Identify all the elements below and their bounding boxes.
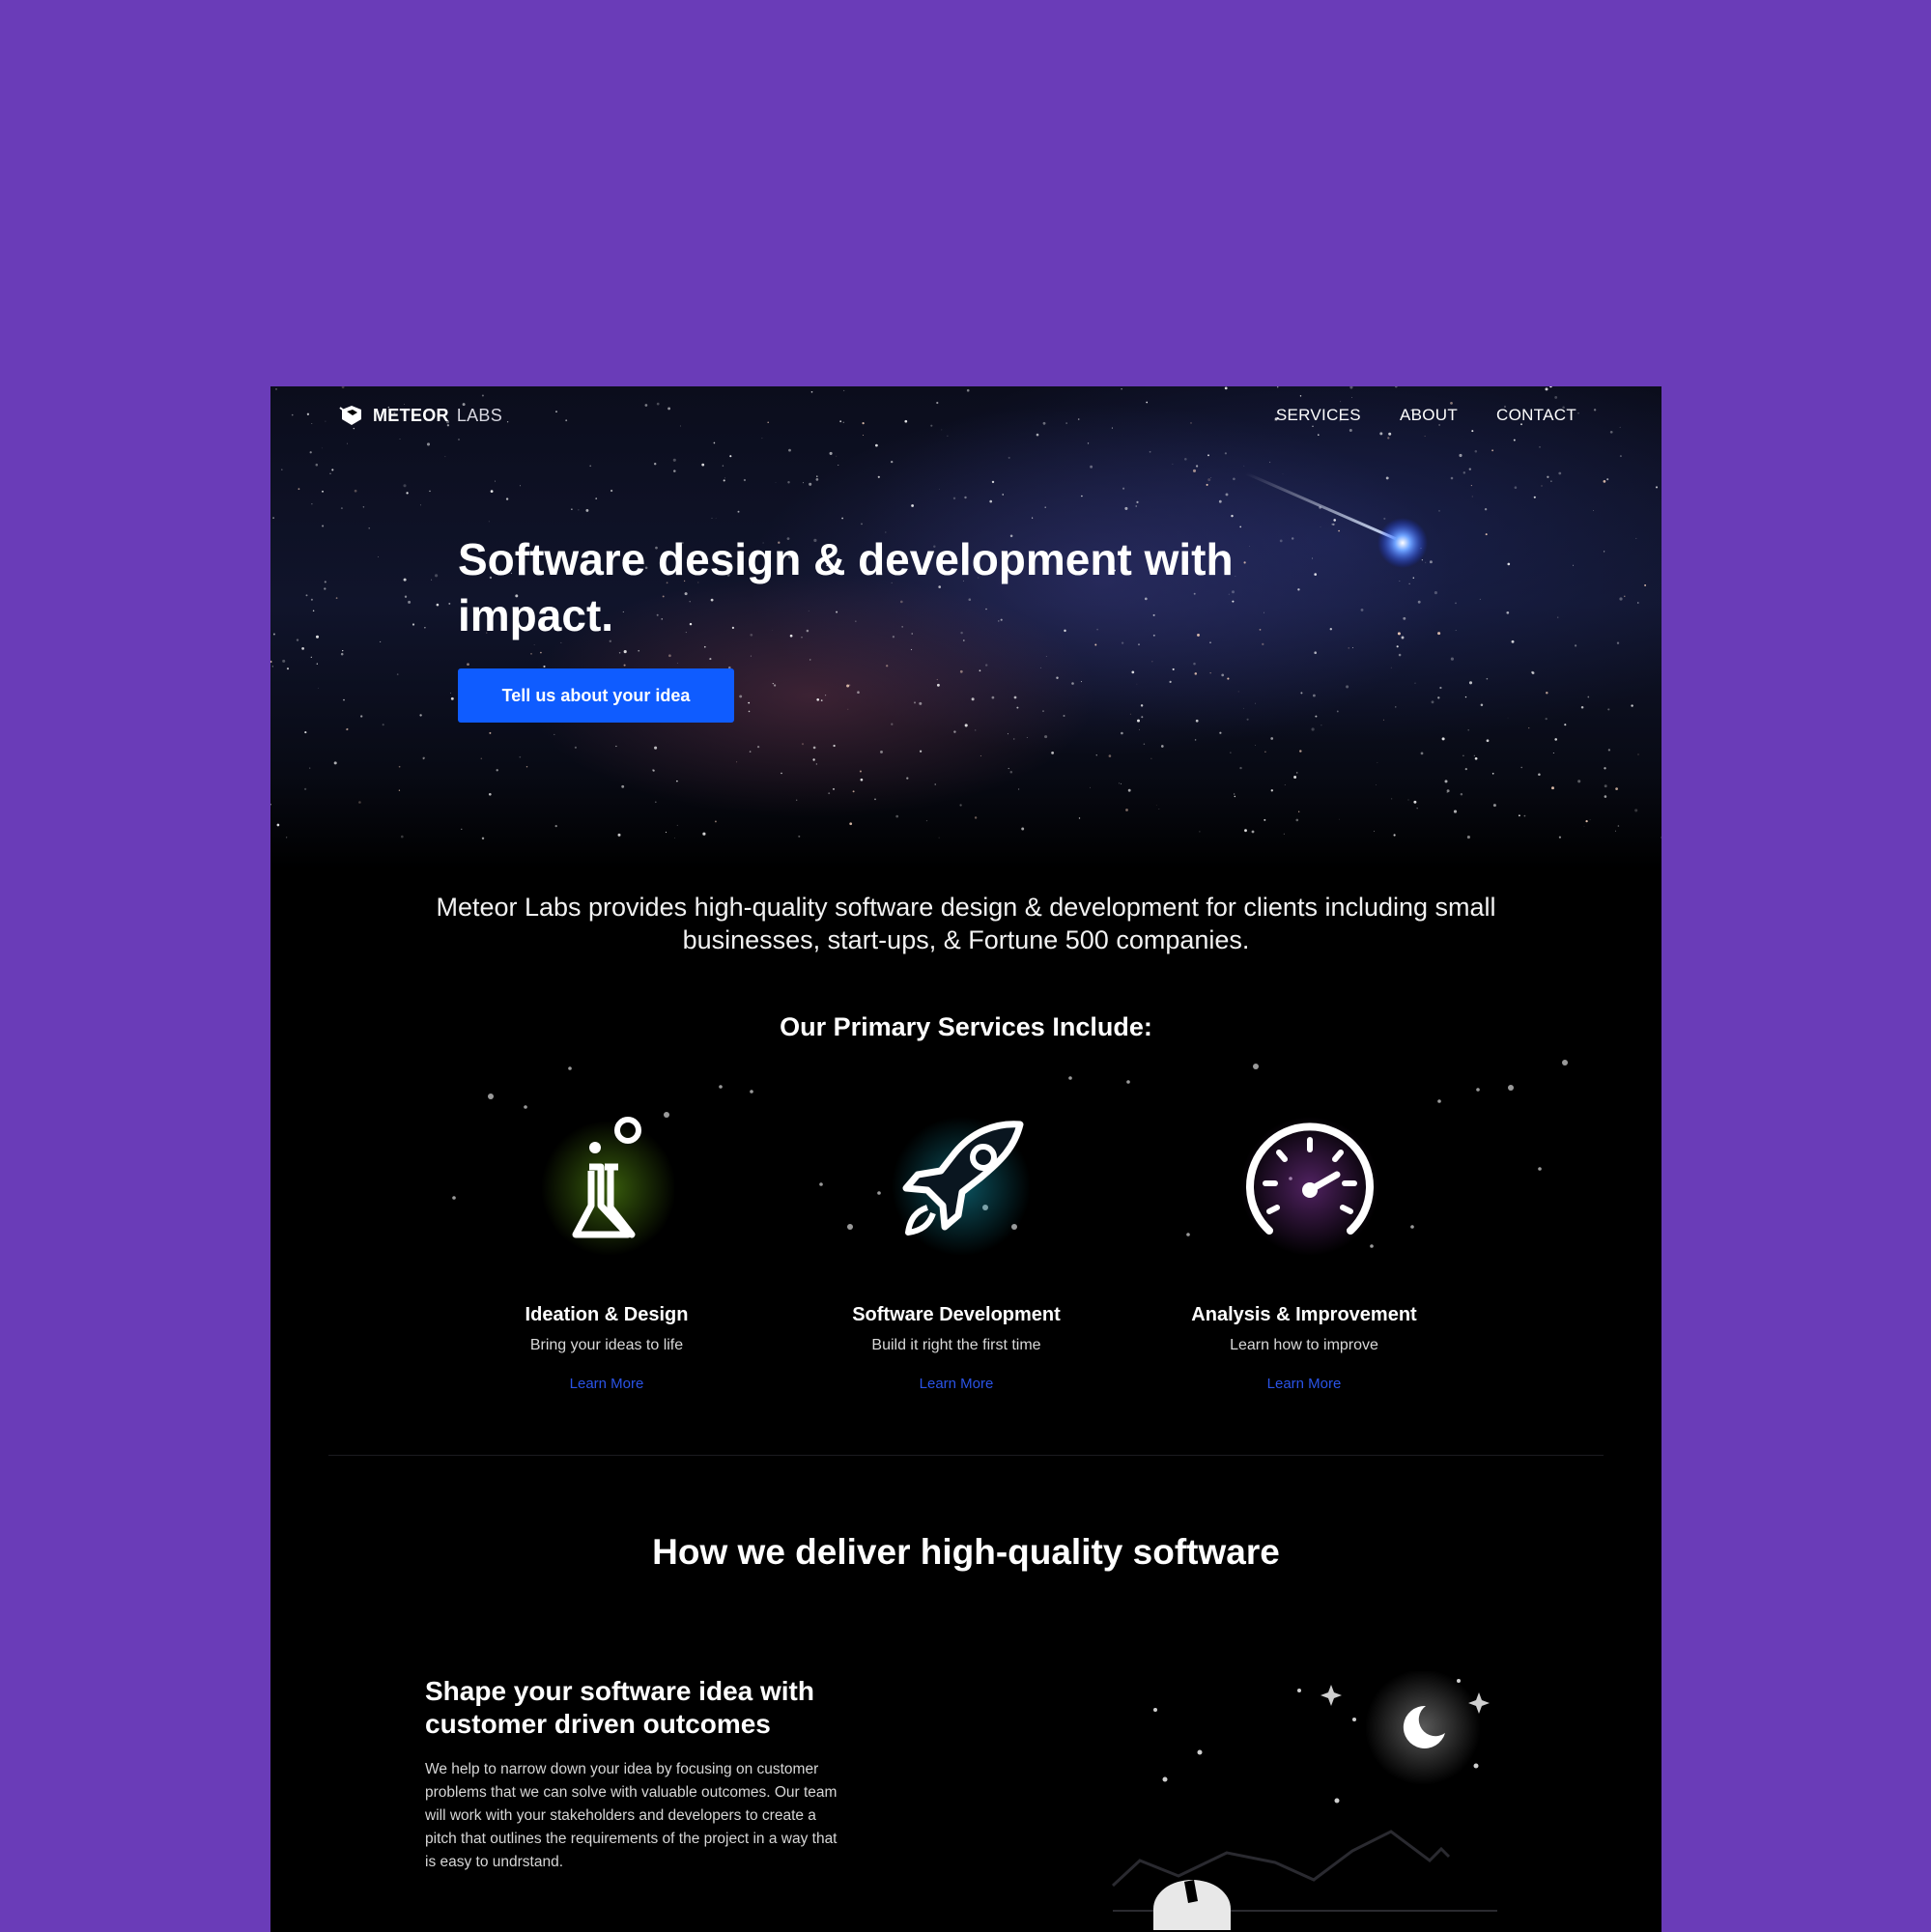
brand-logo[interactable]: METEOR LABS bbox=[338, 404, 502, 427]
service-title: Analysis & Improvement bbox=[1191, 1304, 1417, 1325]
services-heading: Our Primary Services Include: bbox=[780, 1012, 1152, 1041]
main-nav: SERVICES ABOUT CONTACT bbox=[1276, 406, 1576, 425]
nav-about[interactable]: ABOUT bbox=[1400, 406, 1458, 425]
shooting-star-icon bbox=[1245, 471, 1428, 568]
learn-more-link[interactable]: Learn More bbox=[462, 1376, 752, 1392]
brand-name-bold: METEOR bbox=[373, 405, 449, 425]
learn-more-link[interactable]: Learn More bbox=[1159, 1376, 1449, 1392]
observatory-night-illustration bbox=[1111, 1671, 1497, 1930]
section-divider bbox=[328, 1455, 1604, 1456]
speedometer-icon bbox=[1240, 1117, 1379, 1256]
service-title: Ideation & Design bbox=[525, 1304, 689, 1325]
service-title: Software Development bbox=[852, 1304, 1061, 1325]
learn-more-link[interactable]: Learn More bbox=[811, 1376, 1101, 1392]
service-development: Software Development Build it right the … bbox=[811, 1063, 1101, 1392]
service-subtitle: Bring your ideas to life bbox=[529, 1337, 684, 1353]
website-frame: METEOR LABS SERVICES ABOUT CONTACT Softw… bbox=[270, 386, 1661, 1932]
hero-title: Software design & development with impac… bbox=[458, 534, 1234, 640]
hero-section: METEOR LABS SERVICES ABOUT CONTACT Softw… bbox=[270, 386, 1661, 869]
rocket-icon bbox=[892, 1117, 1031, 1256]
tell-us-button[interactable]: Tell us about your idea bbox=[458, 668, 734, 723]
nav-contact[interactable]: CONTACT bbox=[1496, 406, 1576, 425]
service-analysis: Analysis & Improvement Learn how to impr… bbox=[1159, 1063, 1449, 1392]
meteor-cube-icon bbox=[339, 406, 361, 425]
service-ideation: Ideation & Design Bring your ideas to li… bbox=[462, 1063, 752, 1392]
delivery-section-title: Shape your software idea with customer d… bbox=[425, 1676, 814, 1739]
brand-name-light: LABS bbox=[456, 405, 503, 425]
delivery-heading: How we deliver high-quality software bbox=[652, 1532, 1280, 1572]
nav-services[interactable]: SERVICES bbox=[1276, 406, 1361, 425]
delivery-section-body: We help to narrow down your idea by focu… bbox=[425, 1761, 838, 1870]
service-subtitle: Build it right the first time bbox=[871, 1337, 1041, 1353]
flask-icon bbox=[541, 1117, 674, 1256]
service-subtitle: Learn how to improve bbox=[1230, 1337, 1378, 1353]
intro-text: Meteor Labs provides high-quality softwa… bbox=[436, 893, 1496, 954]
